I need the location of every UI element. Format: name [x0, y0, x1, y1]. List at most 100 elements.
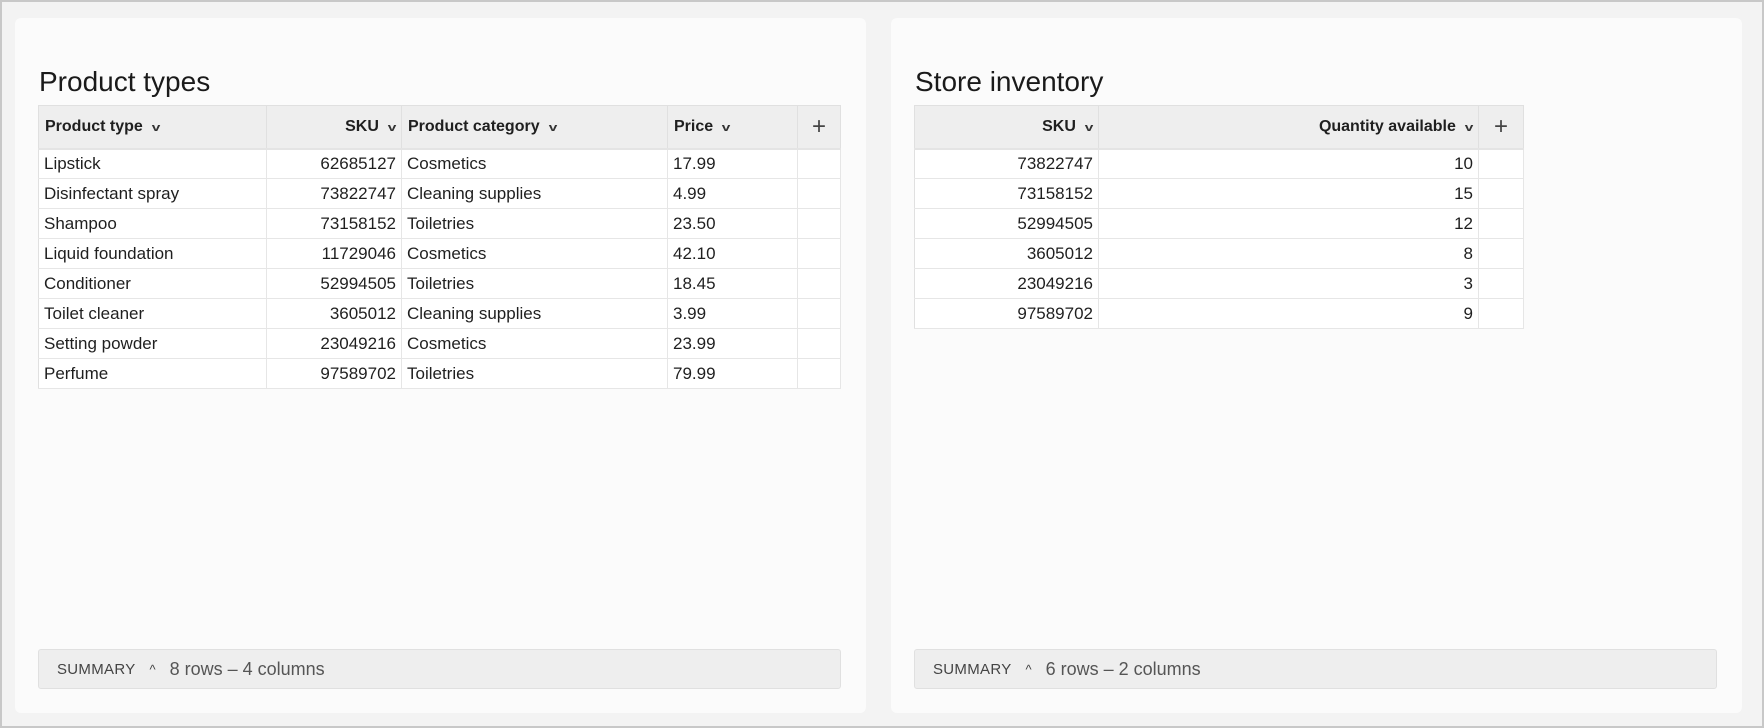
table-cell[interactable]: 4.99	[667, 178, 798, 209]
table-cell[interactable]: Toiletries	[401, 268, 668, 299]
table-row: Perfume 97589702 Toiletries 79.99	[38, 358, 841, 389]
table-row: 73158152 15	[914, 178, 1524, 209]
table-cell[interactable]: Cosmetics	[401, 148, 668, 179]
table-cell[interactable]: 3605012	[266, 298, 402, 329]
table-cell[interactable]: 12	[1098, 208, 1479, 239]
header-label: SKU	[1042, 117, 1076, 135]
table-cell[interactable]: Disinfectant spray	[38, 178, 267, 209]
table-cell[interactable]: 3	[1098, 268, 1479, 299]
table-row: Disinfectant spray 73822747 Cleaning suppl…	[38, 178, 841, 209]
header-label: Product category	[408, 117, 540, 135]
table-cell[interactable]: 52994505	[266, 268, 402, 299]
store-inventory-panel: Store inventory SKU v Quantity available v…	[891, 18, 1742, 713]
table-cell[interactable]: Cosmetics	[401, 328, 668, 359]
table-row: 3605012 8	[914, 238, 1524, 269]
table-row: Toilet cleaner 3605012 Cleaning supplies 3.…	[38, 298, 841, 329]
table-cell[interactable]: 11729046	[266, 238, 402, 269]
column-header-sku[interactable]: SKU v	[266, 105, 402, 150]
header-label: Quantity available	[1318, 117, 1456, 135]
table-row: 73822747 10	[914, 148, 1524, 179]
table-cell[interactable]: 73158152	[914, 178, 1099, 209]
table-cell[interactable]: Cosmetics	[401, 238, 668, 269]
table-cell[interactable]: 10	[1098, 148, 1479, 179]
product-types-table: Product type v SKU v Product category v Pri…	[38, 105, 841, 389]
column-header-product-type[interactable]: Product type v	[38, 105, 267, 150]
empty-cell	[797, 298, 841, 329]
empty-cell	[1478, 238, 1524, 269]
table-cell[interactable]: 23.99	[667, 328, 798, 359]
panel-title: Store inventory	[915, 66, 1104, 97]
product-types-panel: Product types Product type v SKU v Product…	[15, 18, 866, 713]
table-cell[interactable]: 79.99	[667, 358, 798, 389]
table-cell[interactable]: Lipstick	[38, 148, 267, 179]
table-row: Shampoo 73158152 Toiletries 23.50	[38, 208, 841, 239]
empty-cell	[1478, 208, 1524, 239]
column-header-product-category[interactable]: Product category v	[401, 105, 668, 150]
summary-bar[interactable]: SUMMARY ^ 6 rows – 2 columns	[914, 649, 1717, 689]
table-cell[interactable]: 73822747	[266, 178, 402, 209]
column-header-quantity-available[interactable]: Quantity available v	[1098, 105, 1479, 150]
table-cell[interactable]: 73158152	[266, 208, 402, 239]
summary-bar[interactable]: SUMMARY ^ 8 rows – 4 columns	[38, 649, 841, 689]
table-row: Liquid foundation 11729046 Cosmetics 42.10	[38, 238, 841, 269]
add-column-button[interactable]: +	[797, 105, 841, 150]
table-cell[interactable]: 62685127	[266, 148, 402, 179]
empty-cell	[797, 148, 841, 179]
empty-cell	[797, 328, 841, 359]
table-cell[interactable]: 23.50	[667, 208, 798, 239]
table-cell[interactable]: 23049216	[914, 268, 1099, 299]
table-cell[interactable]: Toiletries	[401, 358, 668, 389]
empty-cell	[1478, 178, 1524, 209]
table-cell[interactable]: 52994505	[914, 208, 1099, 239]
chevron-down-icon[interactable]: v	[548, 122, 557, 134]
header-label: Product type	[45, 117, 143, 135]
table-cell[interactable]: 42.10	[667, 238, 798, 269]
header-label: Price	[674, 117, 714, 135]
column-header-price[interactable]: Price v	[667, 105, 798, 150]
chevron-up-icon[interactable]: ^	[150, 662, 156, 677]
table-cell[interactable]: Conditioner	[38, 268, 267, 299]
table-cell[interactable]: Shampoo	[38, 208, 267, 239]
chevron-up-icon[interactable]: ^	[1026, 662, 1032, 677]
table-cell[interactable]: 3605012	[914, 238, 1099, 269]
table-cell[interactable]: Liquid foundation	[38, 238, 267, 269]
chevron-down-icon[interactable]: v	[1465, 122, 1474, 134]
table-cell[interactable]: Setting powder	[38, 328, 267, 359]
chevron-down-icon[interactable]: v	[722, 122, 731, 134]
chevron-down-icon[interactable]: v	[152, 122, 161, 134]
table-cell[interactable]: 15	[1098, 178, 1479, 209]
add-column-button[interactable]: +	[1478, 105, 1524, 150]
table-cell[interactable]: Toilet cleaner	[38, 298, 267, 329]
table-cell[interactable]: 97589702	[266, 358, 402, 389]
table-cell[interactable]: Cleaning supplies	[401, 178, 668, 209]
chevron-down-icon[interactable]: v	[1085, 122, 1094, 134]
table-row: Setting powder 23049216 Cosmetics 23.99	[38, 328, 841, 359]
header-label: SKU	[345, 117, 379, 135]
empty-cell	[1478, 148, 1524, 179]
column-header-sku[interactable]: SKU v	[914, 105, 1099, 150]
table-cell[interactable]: Cleaning supplies	[401, 298, 668, 329]
table-cell[interactable]: Perfume	[38, 358, 267, 389]
summary-count: 8 rows – 4 columns	[169, 658, 325, 679]
table-cell[interactable]: 17.99	[667, 148, 798, 179]
panel-title: Product types	[39, 66, 211, 97]
store-inventory-table: SKU v Quantity available v + 73822747 10 731…	[914, 105, 1524, 329]
table-row: 97589702 9	[914, 298, 1524, 329]
chevron-down-icon[interactable]: v	[388, 122, 397, 134]
table-cell[interactable]: 23049216	[266, 328, 402, 359]
empty-cell	[797, 358, 841, 389]
table-cell[interactable]: 3.99	[667, 298, 798, 329]
empty-cell	[797, 208, 841, 239]
table-cell[interactable]: Toiletries	[401, 208, 668, 239]
table-cell[interactable]: 9	[1098, 298, 1479, 329]
table-row: 23049216 3	[914, 268, 1524, 299]
summary-label: SUMMARY	[57, 660, 136, 678]
empty-cell	[797, 268, 841, 299]
table-cell[interactable]: 97589702	[914, 298, 1099, 329]
table-cell[interactable]: 18.45	[667, 268, 798, 299]
table-cell[interactable]: 73822747	[914, 148, 1099, 179]
plus-icon: +	[1493, 112, 1508, 140]
table-cell[interactable]: 8	[1098, 238, 1479, 269]
empty-cell	[797, 178, 841, 209]
table-row: 52994505 12	[914, 208, 1524, 239]
